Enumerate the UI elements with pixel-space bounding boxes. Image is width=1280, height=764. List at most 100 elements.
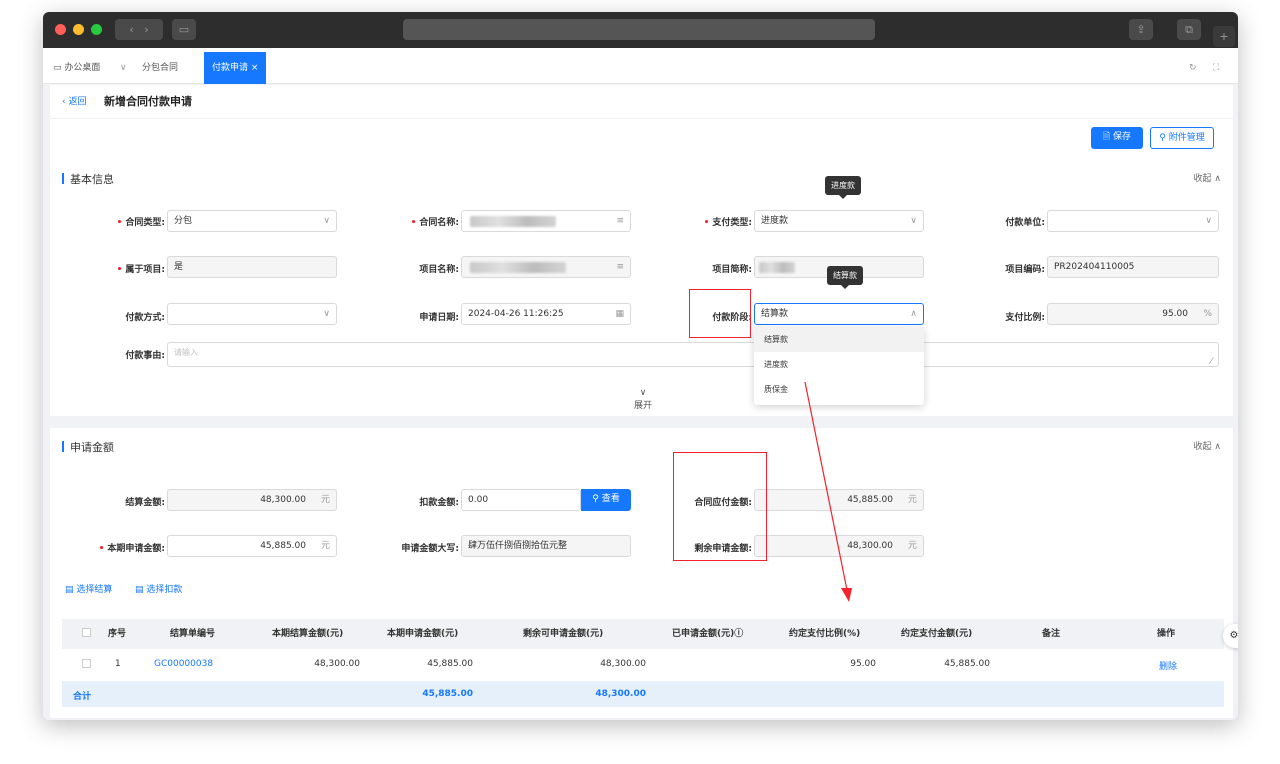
chevron-down-icon[interactable]: ∨ [120,56,127,80]
current-amount-field[interactable]: 45,885.00 元 [167,535,337,557]
table-row: 1 GC00000038 48,300.00 45,885.00 48,300.… [62,649,1224,679]
list-icon: ▤ [65,585,74,595]
refresh-icon[interactable]: ↻ [1189,56,1197,80]
col-header-code: 结算单编号 [170,629,216,639]
address-bar[interactable] [403,19,875,40]
reason-textarea[interactable]: 请输入 ⁄ [167,342,1219,367]
fullscreen-icon[interactable]: ⛶ [1213,56,1219,80]
row-settle: 48,300.00 [314,659,360,669]
upper-amount-label: 申请金额大写: [401,544,459,554]
minimize-window-icon[interactable] [73,24,84,35]
pay-unit-select[interactable]: ∨ [1047,210,1219,232]
basic-info-card: 基本信息 收起 ∧ • 合同类型: 分包 ∨ • 合同名称: ≡ • 支付类型: 进度款… [50,160,1233,416]
pay-method-select[interactable]: ∨ [167,303,337,325]
tooltip-pay-stage: 结算款 [827,266,863,289]
chevron-down-icon: ∨ [323,216,330,226]
yuan-unit: 元 [907,495,917,505]
yuan-unit: 元 [907,541,917,551]
settlement-table: 序号 结算单编号 本期结算金额(元) 本期申请金额(元) 剩余可申请金额(元) … [62,619,1224,707]
tooltip-pay-type: 进度款 [825,176,861,199]
select-deduct-button[interactable]: ▤ 选择扣款 [135,582,182,595]
project-code-field: PR202404110005 [1047,256,1219,278]
row-checkbox[interactable] [82,659,91,671]
list-icon: ▤ [135,585,144,595]
dropdown-option-settlement[interactable]: 结算款 [754,327,924,352]
maximize-window-icon[interactable] [91,24,102,35]
collapse-amount-button[interactable]: 收起 ∧ [1194,439,1221,452]
total-apply: 45,885.00 [422,689,473,699]
view-deduct-button[interactable]: ⚲ 查看 [581,489,631,511]
yuan-unit: 元 [320,541,330,551]
tab-payment-request[interactable]: 付款申请 × [204,52,267,84]
save-icon: 🗎 [1102,132,1111,142]
nav-back-forward[interactable]: ‹ › [115,19,163,40]
dropdown-option-progress[interactable]: 进度款 [754,352,924,377]
info-icon[interactable]: ⓘ [734,629,743,639]
row-apply: 45,885.00 [427,659,473,669]
project-code-label: 项目编码: [1005,265,1045,275]
redacted-text [470,262,566,273]
total-remain: 48,300.00 [595,689,646,699]
pay-unit-label: 付款单位: [1005,218,1045,228]
back-link[interactable]: ‹ 返回 [62,94,86,107]
divider [50,118,1233,119]
close-tab-icon[interactable]: × [251,63,259,73]
upper-amount-field: 肆万伍仟捌佰捌拾伍元整 [461,535,631,557]
pay-stage-select[interactable]: 结算款 ∧ [754,303,924,325]
attachment-button[interactable]: ⚲ 附件管理 [1150,127,1214,149]
col-header-ratio: 约定支付比例(%) [789,629,861,639]
pay-ratio-field: 95.00% [1047,303,1219,325]
pay-ratio-label: 支付比例: [1005,313,1045,323]
chevron-down-icon: ∨ [323,309,330,319]
row-remain: 48,300.00 [600,659,646,669]
chevron-down-icon: ∨ [1205,216,1212,226]
collapse-basic-button[interactable]: 收起 ∧ [1194,171,1221,184]
reason-label: 付款事由: [125,351,165,361]
deduct-amount-field[interactable]: 0.00 [461,489,581,511]
save-button[interactable]: 🗎 保存 [1091,127,1143,149]
apply-date-picker[interactable]: 2024-04-26 11:26:25 ▦ [461,303,631,325]
belong-project-label: • 属于项目: [116,265,165,275]
browser-window: ‹ › ▭ ⇪ ⧉ + ▭ 办公桌面 ∨ 分包合同 付款申请 × ↻ ⛶ ‹ 返… [43,12,1238,720]
col-header-settle: 本期结算金额(元) [272,629,344,639]
share-icon[interactable]: ⇪ [1129,19,1153,40]
new-tab-icon[interactable]: + [1213,26,1235,47]
select-all-checkbox[interactable] [82,619,92,649]
apply-date-label: 申请日期: [419,313,459,323]
pay-type-select[interactable]: 进度款 ∨ [754,210,924,232]
project-name-label: 项目名称: [419,265,459,275]
contract-type-select[interactable]: 分包 ∨ [167,210,337,232]
expand-button[interactable]: ∨ 展开 [628,388,658,411]
amount-card: 申请金额 收起 ∧ 结算金额: 48,300.00 元 扣款金额: 0.00 ⚲ … [50,428,1233,718]
close-window-icon[interactable] [55,24,66,35]
row-ratio: 95.00 [850,659,876,669]
filter-icon[interactable]: ≡ [616,211,624,231]
resize-handle-icon[interactable]: ⁄ [1210,352,1212,372]
title-bar: ‹ › ▭ ⇪ ⧉ + [43,12,1238,48]
chevron-down-icon: ∨ [910,216,917,226]
tab-home[interactable]: ▭ 办公桌面 [53,56,100,80]
page-title: 新增合同付款申请 [104,95,192,108]
highlight-box-amount [673,452,767,561]
pay-type-label: • 支付类型: [703,218,752,228]
row-code-link[interactable]: GC00000038 [154,659,213,669]
sidebar-toggle-icon[interactable]: ▭ [172,19,196,40]
chevron-up-icon: ∧ [910,309,917,319]
calendar-icon: ▦ [615,309,624,319]
select-settle-button[interactable]: ▤ 选择结算 [65,582,112,595]
project-name-field: ≡ [461,256,631,278]
pay-stage-dropdown: 结算款 进度款 质保金 [754,327,924,405]
yuan-unit: 元 [320,495,330,505]
tabs-overview-icon[interactable]: ⧉ [1177,19,1201,40]
search-icon: ⚲ [592,494,599,504]
delete-row-button[interactable]: 删除 [1159,659,1177,672]
page-header: ‹ 返回 新增合同付款申请 🗎 保存 ⚲ 附件管理 [50,85,1233,163]
filter-icon: ≡ [616,262,624,272]
chevron-down-icon: ∨ [639,388,647,398]
contract-name-field[interactable]: ≡ [461,210,631,232]
percent-unit: % [1203,309,1212,319]
highlight-box-stage [689,289,751,338]
current-amount-label: • 本期申请金额: [98,544,165,554]
dropdown-option-warranty[interactable]: 质保金 [754,377,924,402]
tab-contract[interactable]: 分包合同 [142,56,178,80]
